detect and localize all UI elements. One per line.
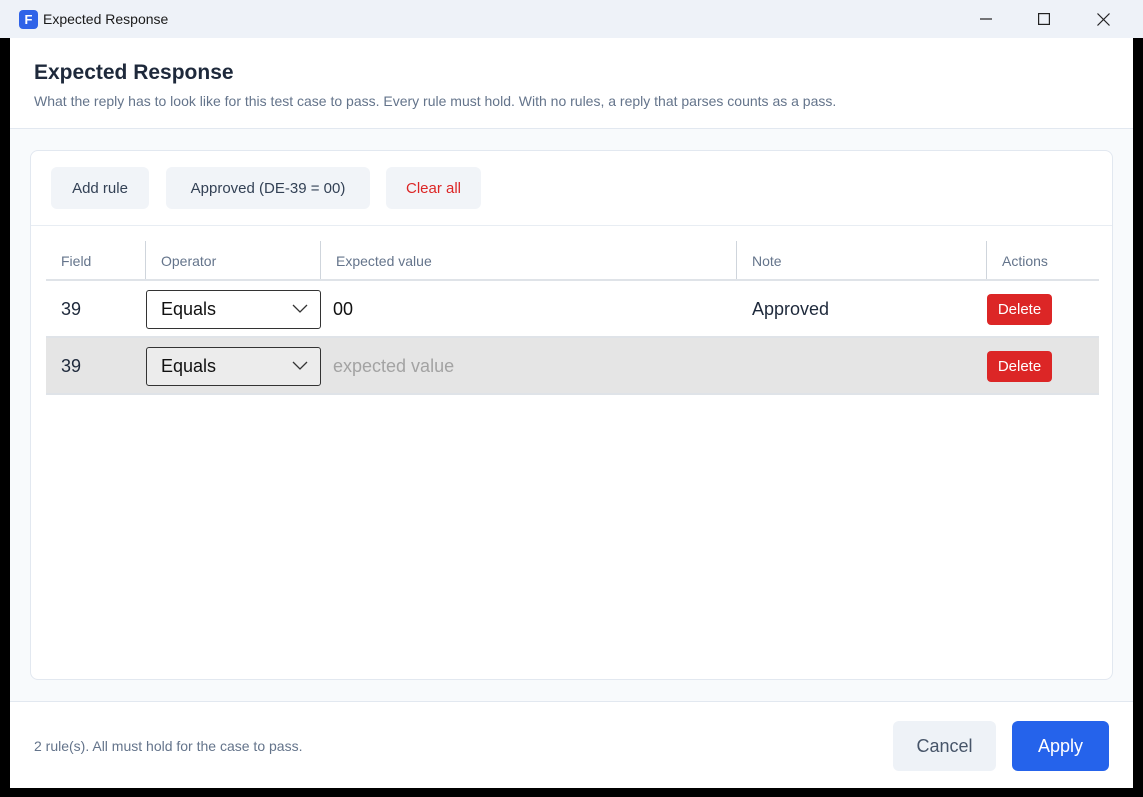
close-button[interactable]	[1074, 0, 1132, 38]
chevron-down-icon	[292, 361, 308, 370]
column-header-note: Note	[736, 241, 986, 279]
delete-button[interactable]: Delete	[987, 351, 1052, 382]
maximize-icon	[1038, 13, 1050, 25]
table-row[interactable]: 39 Equals expected value Delete	[46, 338, 1099, 395]
rules-card: Add rule Approved (DE-39 = 00) Clear all…	[30, 150, 1113, 680]
clear-all-button[interactable]: Clear all	[386, 167, 481, 209]
chevron-down-icon	[292, 304, 308, 313]
column-header-field: Field	[61, 253, 92, 269]
operator-select[interactable]: Equals	[146, 347, 321, 386]
title-bar: F Expected Response	[0, 0, 1143, 38]
expected-value-input[interactable]: 00	[333, 290, 733, 329]
column-header-expected-value: Expected value	[320, 241, 736, 279]
operator-value: Equals	[161, 299, 217, 319]
maximize-button[interactable]	[1015, 0, 1073, 38]
dialog-heading: Expected Response	[34, 61, 234, 84]
dialog-description: What the reply has to look like for this…	[34, 93, 837, 109]
add-rule-button[interactable]: Add rule	[51, 167, 149, 209]
delete-button[interactable]: Delete	[987, 294, 1052, 325]
approved-preset-button[interactable]: Approved (DE-39 = 00)	[166, 167, 370, 209]
minimize-button[interactable]	[957, 0, 1015, 38]
column-header-operator: Operator	[145, 241, 320, 279]
table-row[interactable]: 39 Equals 00 Approved Delete	[46, 281, 1099, 338]
rule-count-status: 2 rule(s). All must hold for the case to…	[34, 738, 303, 754]
field-cell: 39	[61, 299, 82, 319]
field-cell: 39	[61, 356, 82, 376]
apply-button[interactable]: Apply	[1012, 721, 1109, 771]
close-icon	[1096, 12, 1110, 26]
dialog-header: Expected Response What the reply has to …	[10, 38, 1133, 129]
cancel-button[interactable]: Cancel	[893, 721, 996, 771]
window-title: Expected Response	[43, 11, 169, 27]
app-window: F Expected Response Expected Response Wh…	[0, 0, 1143, 797]
operator-select[interactable]: Equals	[146, 290, 321, 329]
expected-value-input[interactable]: expected value	[333, 347, 733, 386]
minimize-icon	[980, 18, 992, 20]
column-header-actions: Actions	[986, 241, 1099, 279]
app-icon: F	[19, 10, 38, 29]
rules-table: Field Operator Expected value Note Actio…	[46, 241, 1099, 395]
note-cell: Approved	[752, 299, 830, 319]
expected-response-dialog: Expected Response What the reply has to …	[10, 38, 1133, 788]
rules-toolbar: Add rule Approved (DE-39 = 00) Clear all	[31, 151, 1112, 226]
dialog-footer: 2 rule(s). All must hold for the case to…	[10, 701, 1133, 788]
operator-value: Equals	[161, 356, 217, 376]
table-header: Field Operator Expected value Note Actio…	[46, 241, 1099, 281]
